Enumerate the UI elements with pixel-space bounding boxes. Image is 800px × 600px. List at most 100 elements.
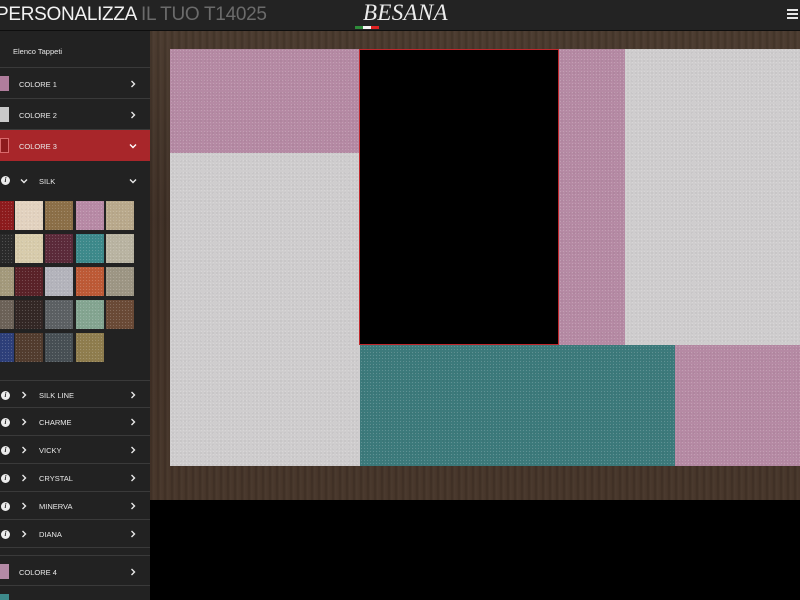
hamburger-menu-icon[interactable] [787, 9, 798, 20]
rug-zone-colore-2-right[interactable] [625, 49, 800, 345]
category-silk-row[interactable]: i SILK [0, 161, 150, 199]
rug-zone-colore-3-center[interactable] [359, 49, 559, 345]
rug-list-label: Elenco Tappeti [13, 47, 63, 56]
info-icon[interactable]: i [1, 418, 10, 427]
page-title: PERSONALIZZA IL TUO T14025 [0, 4, 267, 26]
category-label: SILK LINE [39, 391, 75, 400]
category-row[interactable]: i VICKY [0, 436, 150, 464]
category-row[interactable]: i MINERVA [0, 492, 150, 520]
color-swatch[interactable] [0, 333, 14, 362]
rug-list-link[interactable]: Elenco Tappeti [0, 31, 150, 68]
info-icon[interactable]: i [1, 446, 10, 455]
color-swatch[interactable] [106, 234, 134, 263]
color-swatch[interactable] [106, 201, 134, 230]
category-label: CRYSTAL [39, 474, 73, 483]
rug-zone-colore-1-top-left[interactable] [170, 49, 360, 153]
color-swatch[interactable] [45, 234, 73, 263]
color-swatch[interactable] [0, 234, 14, 263]
chevron-right-icon [20, 391, 28, 399]
chevron-down-icon [129, 177, 137, 185]
colore-4-label: COLORE 4 [19, 568, 57, 577]
category-row[interactable]: i CHARME [0, 408, 150, 436]
flag-white [363, 26, 371, 29]
info-icon[interactable]: i [1, 502, 10, 511]
colore-3-swatch [0, 138, 9, 153]
color-swatch[interactable] [15, 300, 43, 329]
color-swatch[interactable] [76, 201, 104, 230]
configurator-app: PERSONALIZZA IL TUO T14025 BESANA Elenco… [0, 0, 800, 600]
colore-5-row[interactable] [0, 586, 150, 600]
colore-4-row[interactable]: COLORE 4 [0, 555, 150, 586]
category-row[interactable]: i DIANA [0, 520, 150, 548]
italian-flag-icon [355, 26, 379, 29]
chevron-right-icon [20, 502, 28, 510]
category-label: DIANA [39, 530, 62, 539]
colore-2-swatch [0, 107, 9, 122]
chevron-right-icon [129, 502, 137, 510]
chevron-right-icon [129, 418, 137, 426]
color-swatch[interactable] [45, 333, 73, 362]
chevron-right-icon [129, 80, 137, 88]
color-swatch[interactable] [0, 300, 14, 329]
color-swatch[interactable] [45, 300, 73, 329]
chevron-right-icon [20, 530, 28, 538]
sidebar: Elenco Tappeti COLORE 1 COLORE 2 COLORE … [0, 31, 150, 600]
chevron-right-icon [20, 418, 28, 426]
color-swatch[interactable] [0, 267, 14, 296]
chevron-right-icon [129, 391, 137, 399]
title-product: IL TUO T14025 [136, 4, 267, 25]
color-swatch[interactable] [15, 201, 43, 230]
category-row[interactable]: i CRYSTAL [0, 464, 150, 492]
color-swatch[interactable] [76, 333, 104, 362]
color-swatch[interactable] [0, 201, 14, 230]
chevron-right-icon [129, 446, 137, 454]
info-icon[interactable]: i [1, 391, 10, 400]
category-label: MINERVA [39, 502, 73, 511]
chevron-right-icon [129, 474, 137, 482]
color-swatch[interactable] [106, 300, 134, 329]
info-icon[interactable]: i [1, 530, 10, 539]
title-main: PERSONALIZZA [0, 4, 136, 25]
rug-preview-area [150, 31, 800, 500]
colore-3-row[interactable]: COLORE 3 [0, 130, 150, 161]
rug-zone-colore-2-left[interactable] [170, 153, 360, 466]
rug-preview [170, 49, 800, 466]
chevron-down-icon [20, 177, 28, 185]
color-swatch[interactable] [45, 201, 73, 230]
colore-2-row[interactable]: COLORE 2 [0, 99, 150, 130]
chevron-right-icon [20, 474, 28, 482]
color-swatch[interactable] [76, 300, 104, 329]
chevron-right-icon [129, 568, 137, 576]
colore-5-swatch [0, 594, 9, 600]
color-swatch[interactable] [76, 267, 104, 296]
colore-2-label: COLORE 2 [19, 111, 57, 120]
colore-4-swatch [0, 564, 9, 579]
colore-1-label: COLORE 1 [19, 80, 57, 89]
category-label: CHARME [39, 418, 72, 427]
rug-zone-colore-5-bottom[interactable] [360, 345, 675, 466]
category-row[interactable]: i SILK LINE [0, 380, 150, 408]
color-swatch[interactable] [76, 234, 104, 263]
color-swatch[interactable] [15, 267, 43, 296]
top-bar: PERSONALIZZA IL TUO T14025 BESANA [0, 0, 800, 31]
info-icon[interactable]: i [1, 474, 10, 483]
brand-logo[interactable]: BESANA [363, 1, 448, 25]
flag-green [355, 26, 363, 29]
rug-zone-colore-4-bottom-right[interactable] [675, 345, 800, 466]
category-silk-label: SILK [39, 177, 56, 186]
preview-bottom-shadow [150, 500, 800, 600]
chevron-right-icon [129, 530, 137, 538]
chevron-down-icon [129, 142, 137, 150]
chevron-right-icon [129, 111, 137, 119]
color-swatch[interactable] [15, 234, 43, 263]
color-swatch[interactable] [15, 333, 43, 362]
info-icon[interactable]: i [1, 176, 10, 185]
color-swatch[interactable] [106, 267, 134, 296]
colore-1-row[interactable]: COLORE 1 [0, 68, 150, 99]
flag-red [371, 26, 379, 29]
colore-3-label: COLORE 3 [19, 142, 57, 151]
category-label: VICKY [39, 446, 62, 455]
rug-zone-colore-1-strip[interactable] [559, 49, 625, 345]
color-swatch[interactable] [45, 267, 73, 296]
chevron-right-icon [20, 446, 28, 454]
